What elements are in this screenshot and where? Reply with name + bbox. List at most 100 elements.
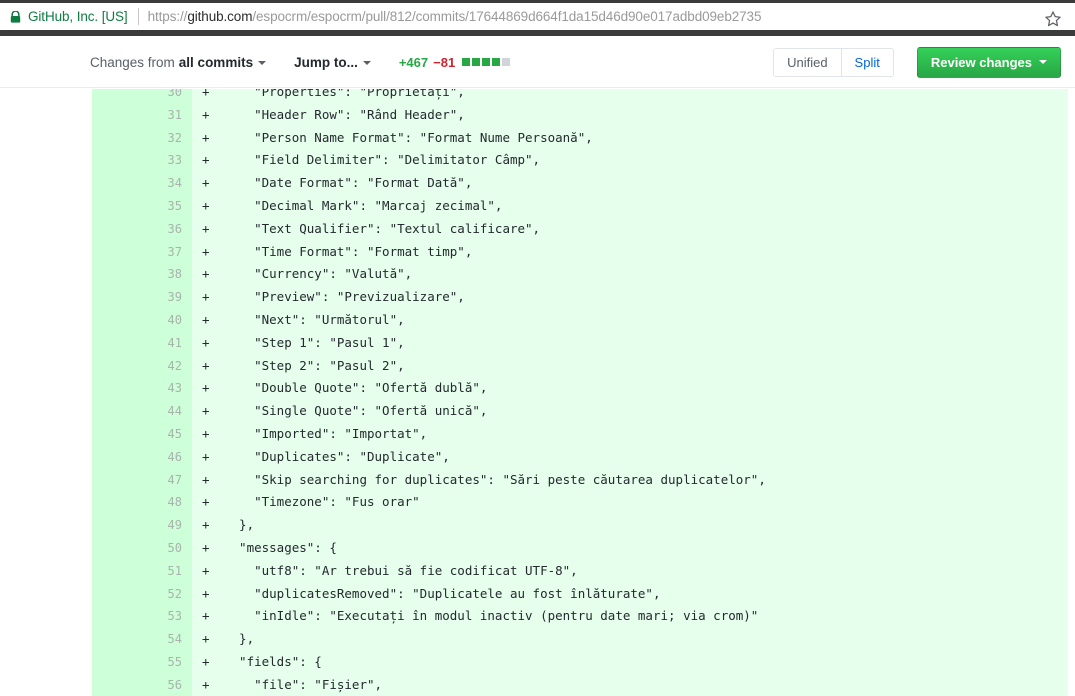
diff-line-number[interactable]: 49: [92, 514, 192, 537]
diff-line-row[interactable]: 31 + "Header Row": "Rând Header",: [92, 103, 1068, 127]
diff-view-toggle[interactable]: Unified Split: [773, 47, 894, 77]
tab-split-view[interactable]: Split: [841, 48, 893, 76]
diff-line-number[interactable]: 54: [92, 628, 192, 651]
diff-line-number[interactable]: 51: [92, 559, 192, 583]
diff-line-code[interactable]: "Step 2": "Pasul 2",: [224, 354, 1068, 378]
diff-line-row[interactable]: 50 + "messages": {: [92, 536, 1068, 560]
diff-line-code[interactable]: "file": "Fișier",: [224, 673, 1068, 696]
diff-line-number[interactable]: 31: [92, 103, 192, 127]
diff-line-code[interactable]: "Time Format": "Format timp",: [224, 240, 1068, 264]
diff-line-row[interactable]: 36 + "Text Qualifier": "Textul calificare…: [92, 217, 1068, 241]
diff-line-code[interactable]: "Double Quote": "Ofertă dublă",: [224, 377, 1068, 401]
diff-line-row[interactable]: 39 + "Preview": "Previzualizare",: [92, 286, 1068, 309]
chevron-down-icon: [1039, 60, 1047, 64]
diff-line-row[interactable]: 33 + "Field Delimiter": "Delimitator Câmp…: [92, 149, 1068, 173]
diff-line-number[interactable]: 35: [92, 194, 192, 218]
diff-line-row[interactable]: 45 + "Imported": "Importat",: [92, 422, 1068, 446]
diff-line-code[interactable]: "Next": "Următorul",: [224, 308, 1068, 332]
diff-line-code[interactable]: "utf8": "Ar trebui să fie codificat UTF-…: [224, 559, 1068, 583]
diffstat-block-4: [502, 58, 511, 66]
diff-line-row[interactable]: 34 + "Date Format": "Format Dată",: [92, 172, 1068, 195]
tab-unified-view[interactable]: Unified: [774, 48, 842, 76]
diff-line-row[interactable]: 41 + "Step 1": "Pasul 1",: [92, 331, 1068, 355]
diff-line-row[interactable]: 49 + },: [92, 514, 1068, 537]
diff-line-code[interactable]: "Person Name Format": "Format Nume Perso…: [224, 126, 1068, 150]
diff-line-number[interactable]: 38: [92, 263, 192, 287]
diff-line-row[interactable]: 32 + "Person Name Format": "Format Nume P…: [92, 126, 1068, 150]
diff-line-marker: +: [192, 514, 224, 537]
diffstat[interactable]: +467 −81: [399, 55, 511, 70]
diff-line-code[interactable]: "Date Format": "Format Dată",: [224, 172, 1068, 195]
diff-line-number[interactable]: 46: [92, 445, 192, 469]
diff-line-number[interactable]: 34: [92, 172, 192, 195]
diff-line-row[interactable]: 40 + "Next": "Următorul",: [92, 308, 1068, 332]
review-changes-button[interactable]: Review changes: [916, 46, 1061, 78]
diff-line-code[interactable]: "messages": {: [224, 536, 1068, 560]
diff-line-code[interactable]: "Step 1": "Pasul 1",: [224, 331, 1068, 355]
diff-line-code[interactable]: "Currency": "Valută",: [224, 263, 1068, 287]
diff-line-number[interactable]: 50: [92, 536, 192, 560]
diff-line-row[interactable]: 46 + "Duplicates": "Duplicate",: [92, 445, 1068, 469]
diff-line-number[interactable]: 42: [92, 354, 192, 378]
diff-line-row[interactable]: 44 + "Single Quote": "Ofertă unică",: [92, 400, 1068, 423]
omnibox-separator: [137, 8, 139, 25]
diff-line-code[interactable]: "Timezone": "Fus orar": [224, 491, 1068, 515]
diff-line-code[interactable]: "Header Row": "Rând Header",: [224, 103, 1068, 127]
diff-line-number[interactable]: 30: [92, 89, 192, 104]
diff-line-row[interactable]: 48 + "Timezone": "Fus orar": [92, 491, 1068, 515]
diff-line-row[interactable]: 55 + "fields": {: [92, 650, 1068, 674]
diff-line-row[interactable]: 42 + "Step 2": "Pasul 2",: [92, 354, 1068, 378]
diff-line-code[interactable]: "Imported": "Importat",: [224, 422, 1068, 446]
diff-line-code[interactable]: "Skip searching for duplicates": "Sări p…: [224, 468, 1068, 492]
diff-line-code[interactable]: "Field Delimiter": "Delimitator Câmp",: [224, 149, 1068, 173]
diff-line-number[interactable]: 52: [92, 582, 192, 606]
diff-line-row[interactable]: 54 + },: [92, 628, 1068, 651]
diff-line-row[interactable]: 52 + "duplicatesRemoved": "Duplicatele au…: [92, 582, 1068, 606]
diff-line-code[interactable]: },: [224, 628, 1068, 651]
diff-line-number[interactable]: 41: [92, 331, 192, 355]
diff-line-row[interactable]: 30 + "Properties": "Proprietăți",: [92, 89, 1068, 104]
diff-line-code[interactable]: "Properties": "Proprietăți",: [224, 89, 1068, 104]
omnibox[interactable]: GitHub, Inc. [US] https://github.com/esp…: [0, 3, 1075, 30]
diff-right-margin: [1068, 89, 1075, 696]
diff-line-code[interactable]: "Preview": "Previzualizare",: [224, 286, 1068, 309]
diff-line-number[interactable]: 45: [92, 422, 192, 446]
diff-viewport[interactable]: 30 + "Properties": "Proprietăți", 31 + "Hea…: [0, 89, 1075, 696]
diff-line-code[interactable]: "duplicatesRemoved": "Duplicatele au fos…: [224, 582, 1068, 606]
diff-line-marker: +: [192, 331, 224, 355]
changes-from-dropdown[interactable]: Changes from all commits: [90, 55, 267, 70]
site-identity-label: GitHub, Inc. [US]: [28, 9, 128, 24]
diff-line-number[interactable]: 43: [92, 377, 192, 401]
diff-line-row[interactable]: 43 + "Double Quote": "Ofertă dublă",: [92, 377, 1068, 401]
diff-line-number[interactable]: 44: [92, 400, 192, 423]
diff-line-row[interactable]: 53 + "inIdle": "Executați în modul inacti…: [92, 605, 1068, 629]
diff-line-code[interactable]: },: [224, 514, 1068, 537]
diff-line-row[interactable]: 38 + "Currency": "Valută",: [92, 263, 1068, 287]
diff-line-code[interactable]: "Decimal Mark": "Marcaj zecimal",: [224, 194, 1068, 218]
diff-line-number[interactable]: 36: [92, 217, 192, 241]
diff-line-number[interactable]: 48: [92, 491, 192, 515]
diff-line-code[interactable]: "inIdle": "Executați în modul inactiv (p…: [224, 605, 1068, 629]
diff-line-number[interactable]: 40: [92, 308, 192, 332]
diff-line-row[interactable]: 37 + "Time Format": "Format timp",: [92, 240, 1068, 264]
diff-line-number[interactable]: 32: [92, 126, 192, 150]
diff-line-code[interactable]: "Single Quote": "Ofertă unică",: [224, 400, 1068, 423]
diff-line-number[interactable]: 33: [92, 149, 192, 173]
star-outline-icon[interactable]: [1044, 10, 1062, 28]
diff-line-number[interactable]: 37: [92, 240, 192, 264]
diff-line-row[interactable]: 51 + "utf8": "Ar trebui să fie codificat …: [92, 559, 1068, 583]
diff-line-marker: +: [192, 377, 224, 401]
diff-line-code[interactable]: "Duplicates": "Duplicate",: [224, 445, 1068, 469]
diff-line-code[interactable]: "fields": {: [224, 650, 1068, 674]
diff-line-code[interactable]: "Text Qualifier": "Textul calificare",: [224, 217, 1068, 241]
diff-line-row[interactable]: 56 + "file": "Fișier",: [92, 673, 1068, 696]
diff-line-number[interactable]: 55: [92, 650, 192, 674]
diff-line-row[interactable]: 35 + "Decimal Mark": "Marcaj zecimal",: [92, 194, 1068, 218]
diff-line-number[interactable]: 47: [92, 468, 192, 492]
diff-line-number[interactable]: 56: [92, 673, 192, 696]
url-text[interactable]: https://github.com/espocrm/espocrm/pull/…: [148, 9, 762, 24]
diff-line-number[interactable]: 53: [92, 605, 192, 629]
diff-line-row[interactable]: 47 + "Skip searching for duplicates": "Să…: [92, 468, 1068, 492]
diff-line-number[interactable]: 39: [92, 286, 192, 309]
jump-to-dropdown[interactable]: Jump to...: [294, 55, 371, 70]
